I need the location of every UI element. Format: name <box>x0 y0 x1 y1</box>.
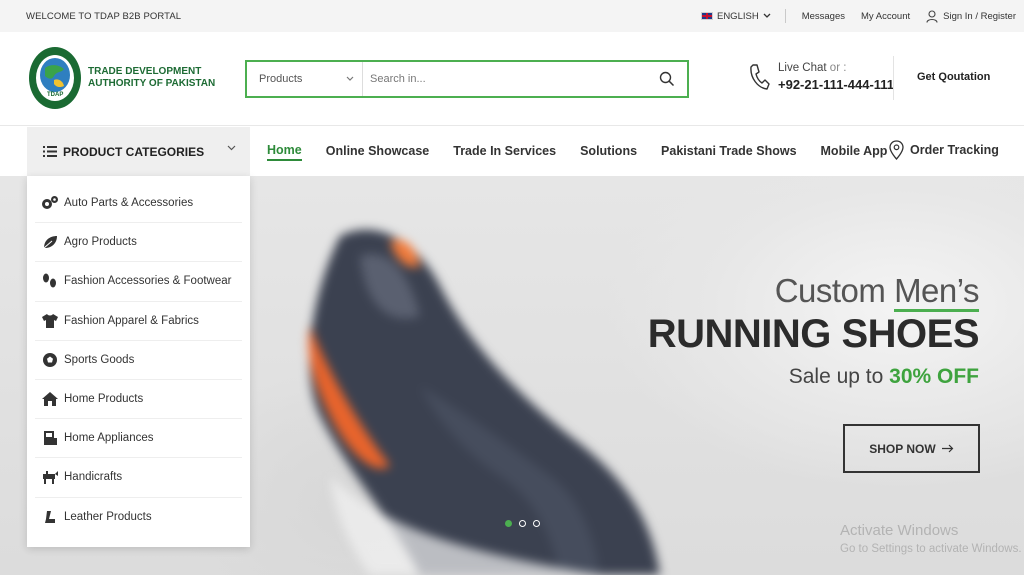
main-nav: PRODUCT CATEGORIES Home Online Showcase Tr… <box>0 127 1024 176</box>
category-label: Agro Products <box>64 236 137 249</box>
welcome-text: WELCOME TO TDAP B2B PORTAL <box>26 11 182 22</box>
category-label: Fashion Apparel & Fabrics <box>64 314 199 327</box>
top-bar: WELCOME TO TDAP B2B PORTAL ENGLISH Messa… <box>0 0 1024 32</box>
slider-dot[interactable] <box>505 520 512 527</box>
slider-dot[interactable] <box>519 520 526 527</box>
language-selector[interactable]: ENGLISH <box>700 10 771 22</box>
shop-now-button[interactable]: SHOP NOW <box>843 424 980 473</box>
chevron-down-icon <box>227 145 236 151</box>
order-tracking-label: Order Tracking <box>910 143 999 157</box>
header: TDAP TRADE DEVELOPMENT AUTHORITY OF PAKI… <box>0 32 1024 126</box>
house-icon <box>41 390 59 408</box>
chevron-down-icon <box>346 76 354 81</box>
leather-icon <box>41 508 59 526</box>
language-label: ENGLISH <box>716 10 759 22</box>
hero-sale-text: Sale up to 30% OFF <box>648 365 979 389</box>
category-item[interactable]: Agro Products <box>35 223 242 263</box>
logo-seal: TDAP <box>28 46 82 110</box>
handicraft-icon <box>41 468 59 486</box>
category-item[interactable]: Fashion Accessories & Footwear <box>35 262 242 302</box>
category-item[interactable]: Fashion Apparel & Fabrics <box>35 302 242 341</box>
search-input[interactable] <box>363 62 647 96</box>
nav-link-online-showcase[interactable]: Online Showcase <box>326 144 430 160</box>
category-label: Handicrafts <box>64 471 123 484</box>
contact-info: Live Chat or : +92-21-111-444-111 <box>748 62 894 92</box>
nav-link-pakistani-trade-shows[interactable]: Pakistani Trade Shows <box>661 144 796 160</box>
logo-text: TRADE DEVELOPMENT AUTHORITY OF PAKISTAN <box>88 66 215 90</box>
category-label: Leather Products <box>64 511 152 524</box>
hero-discount: 30% OFF <box>889 365 979 388</box>
category-item[interactable]: Leather Products <box>35 498 242 537</box>
category-label: Sports Goods <box>64 353 135 366</box>
shop-now-label: SHOP NOW <box>869 441 936 456</box>
divider <box>784 9 786 23</box>
product-categories-toggle[interactable]: PRODUCT CATEGORIES <box>27 127 250 176</box>
or-label: or : <box>829 62 847 74</box>
logo-line1: TRADE DEVELOPMENT <box>88 66 202 77</box>
category-item[interactable]: Sports Goods <box>35 341 242 380</box>
my-account-link[interactable]: My Account <box>861 11 910 22</box>
search-category-label: Products <box>259 73 303 85</box>
hero-line1-prefix: Custom <box>774 272 895 309</box>
signin-link[interactable]: Sign In / Register <box>926 9 1016 23</box>
category-label: Home Products <box>64 393 144 406</box>
tdap-logo[interactable]: TDAP TRADE DEVELOPMENT AUTHORITY OF PAKI… <box>28 46 215 110</box>
running-shoe-image <box>308 229 660 575</box>
category-label: Home Appliances <box>64 432 154 445</box>
appliance-icon <box>41 429 59 447</box>
chevron-down-icon <box>763 13 771 18</box>
hero-text: Custom Men’s RUNNING SHOES Sale up to 30… <box>647 272 980 389</box>
nav-links: Home Online Showcase Trade In Services Solu… <box>267 127 911 176</box>
signin-label: Sign In / Register <box>943 10 1016 22</box>
arrow-right-icon <box>941 444 954 453</box>
search-icon <box>659 71 675 87</box>
order-tracking-link[interactable]: Order Tracking <box>889 140 999 160</box>
category-item[interactable]: Handicrafts <box>35 458 242 498</box>
hero-heading-line1: Custom Men’s <box>648 272 979 312</box>
tshirt-icon <box>41 312 59 330</box>
windows-activation-watermark: Activate Windows Go to Settings to activ… <box>840 522 1022 555</box>
search-bar: Products <box>245 60 689 98</box>
category-label: Fashion Accessories & Footwear <box>64 275 232 288</box>
live-chat-link[interactable]: Live Chat or : <box>778 62 894 74</box>
nav-link-home[interactable]: Home <box>267 143 302 161</box>
slider-dots <box>505 520 540 527</box>
search-button[interactable] <box>647 62 687 96</box>
get-quotation-link[interactable]: Get Qoutation <box>917 71 990 83</box>
soccer-ball-icon <box>41 351 59 369</box>
category-item[interactable]: Home Appliances <box>35 419 242 459</box>
slider-dot[interactable] <box>533 520 540 527</box>
uk-flag-icon <box>700 12 713 20</box>
product-categories-menu: Auto Parts & Accessories Agro Products Fas… <box>27 176 250 547</box>
phone-number[interactable]: +92-21-111-444-111 <box>778 77 894 92</box>
nav-link-solutions[interactable]: Solutions <box>580 144 637 160</box>
hero-line3-prefix: Sale up to <box>788 365 890 388</box>
live-chat-label: Live Chat <box>778 62 827 74</box>
logo-line2: AUTHORITY OF PAKISTAN <box>88 78 216 89</box>
logo-seal-text: TDAP <box>47 92 64 98</box>
category-item[interactable]: Home Products <box>35 380 242 420</box>
gears-icon <box>41 194 59 212</box>
user-icon <box>926 9 938 23</box>
watermark-subtitle: Go to Settings to activate Windows. <box>840 543 1022 555</box>
messages-link[interactable]: Messages <box>802 11 845 22</box>
watermark-title: Activate Windows <box>840 522 959 539</box>
product-categories-label: PRODUCT CATEGORIES <box>63 144 205 159</box>
top-bar-links: ENGLISH Messages My Account Sign In / Re… <box>700 0 1016 32</box>
hero-heading: RUNNING SHOES <box>647 312 980 356</box>
location-pin-icon <box>889 140 904 160</box>
search-category-select[interactable]: Products <box>247 62 363 96</box>
phone-icon <box>750 64 770 90</box>
leaf-icon <box>41 233 59 251</box>
nav-link-trade-in-services[interactable]: Trade In Services <box>453 144 556 160</box>
category-label: Auto Parts & Accessories <box>64 197 194 210</box>
category-item[interactable]: Auto Parts & Accessories <box>35 184 242 224</box>
footprints-icon <box>41 272 59 290</box>
menu-icon <box>43 146 57 157</box>
hero-line1-underlined: Men’s <box>894 272 979 312</box>
nav-link-mobile-app[interactable]: Mobile App <box>821 144 888 160</box>
divider <box>893 56 894 100</box>
